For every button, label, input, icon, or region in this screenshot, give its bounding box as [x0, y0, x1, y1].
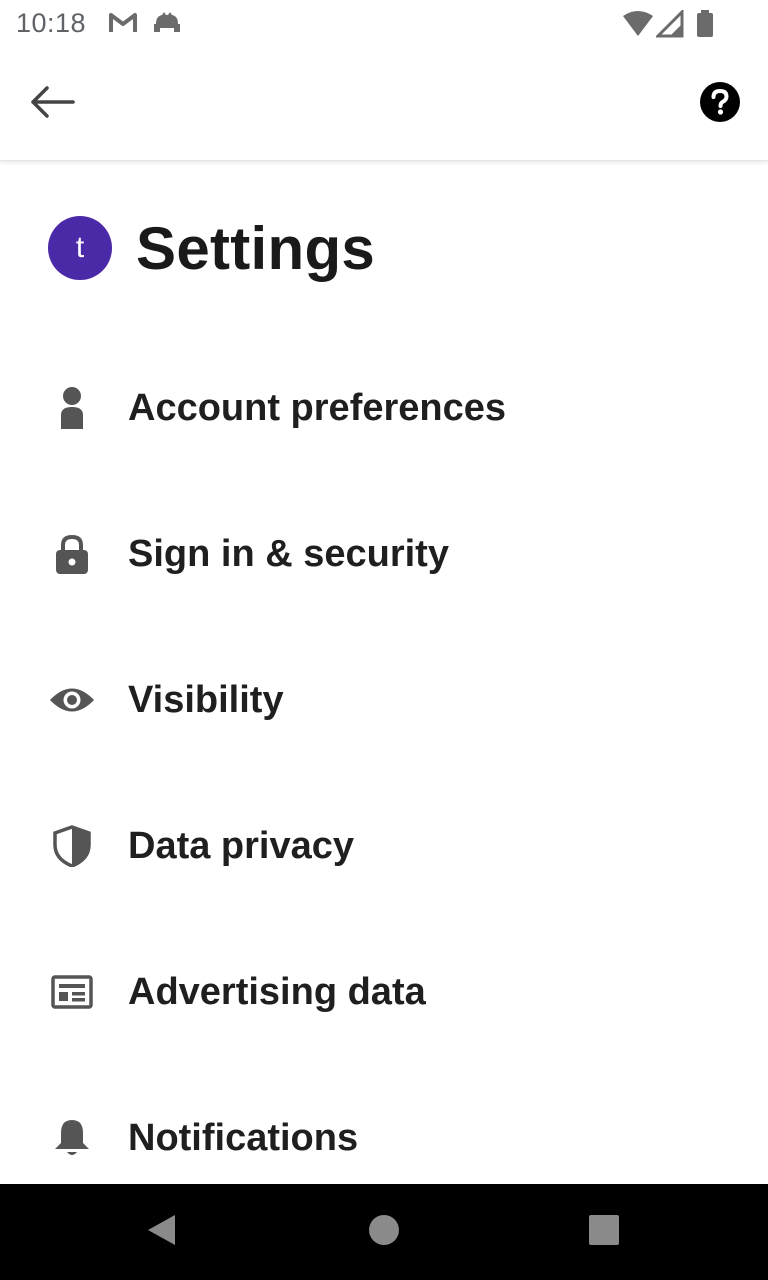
nav-back-button[interactable] — [137, 1208, 185, 1256]
settings-item-label: Account preferences — [128, 386, 507, 429]
status-bar: 10:18 — [0, 0, 768, 48]
settings-item-label: Visibility — [128, 678, 284, 721]
eye-icon — [48, 676, 96, 724]
lock-icon — [48, 530, 96, 578]
settings-item-advertising-data[interactable]: Advertising data — [0, 919, 768, 1065]
nav-home-button[interactable] — [360, 1208, 408, 1256]
avatar[interactable]: t — [48, 216, 112, 280]
settings-list: Account preferences Sign in & security V… — [0, 335, 768, 1211]
settings-item-data-privacy[interactable]: Data privacy — [0, 773, 768, 919]
android-debug-icon — [152, 10, 182, 41]
status-time: 10:18 — [16, 8, 87, 38]
arrow-left-icon — [29, 84, 75, 125]
cell-signal-icon — [654, 8, 684, 43]
battery-icon — [696, 10, 714, 43]
settings-item-label: Sign in & security — [128, 532, 449, 575]
back-triangle-icon — [145, 1213, 177, 1252]
recents-square-icon — [588, 1214, 620, 1251]
back-button[interactable] — [20, 72, 84, 136]
home-circle-icon — [368, 1214, 400, 1251]
settings-item-account-preferences[interactable]: Account preferences — [0, 335, 768, 481]
avatar-letter: t — [75, 231, 85, 264]
settings-item-visibility[interactable]: Visibility — [0, 627, 768, 773]
settings-item-label: Data privacy — [128, 824, 355, 867]
help-button[interactable] — [692, 76, 748, 132]
wifi-icon — [622, 10, 654, 43]
shield-icon — [48, 822, 96, 870]
bell-icon — [48, 1114, 96, 1162]
person-icon — [48, 384, 96, 432]
app-bar — [0, 48, 768, 161]
settings-item-sign-in-security[interactable]: Sign in & security — [0, 481, 768, 627]
screen: 10:18 t Settings Account preferences Sig… — [0, 0, 768, 1280]
system-nav-bar — [0, 1184, 768, 1280]
page-title: Settings — [136, 214, 376, 282]
settings-item-label: Notifications — [128, 1116, 359, 1159]
ad-card-icon — [48, 968, 96, 1016]
settings-item-label: Advertising data — [128, 970, 426, 1013]
settings-header: t Settings — [48, 212, 375, 284]
nav-recents-button[interactable] — [580, 1208, 628, 1256]
gmail-icon — [108, 10, 138, 41]
help-circle-icon — [699, 81, 741, 128]
